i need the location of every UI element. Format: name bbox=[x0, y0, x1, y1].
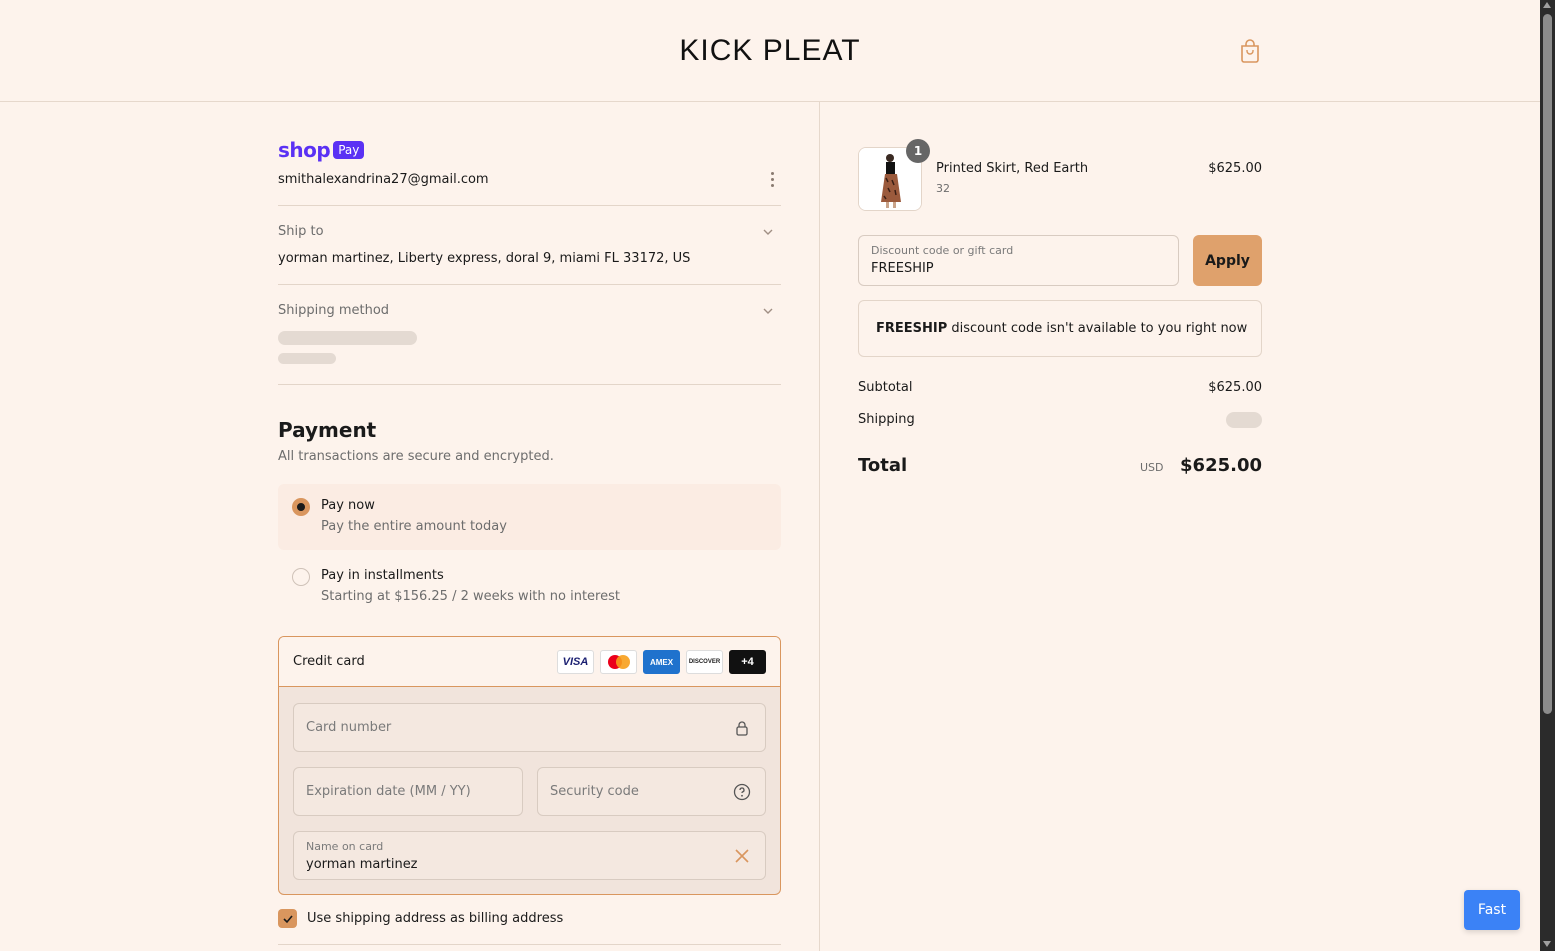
alert-text: discount code isn't available to you rig… bbox=[947, 321, 1248, 336]
alert-code: FREESHIP bbox=[876, 321, 948, 336]
more-options-icon[interactable] bbox=[762, 168, 782, 190]
shipping-loading-skeleton bbox=[1226, 412, 1262, 428]
amex-icon: AMEX bbox=[643, 650, 680, 674]
discount-code-input[interactable]: Discount code or gift card FREESHIP bbox=[858, 235, 1179, 286]
name-on-card-value: yorman martinez bbox=[306, 857, 418, 872]
account-email: smithalexandrina27@gmail.com bbox=[278, 172, 489, 187]
payment-title: Payment bbox=[278, 418, 377, 442]
scrollbar[interactable] bbox=[1540, 0, 1555, 951]
chevron-down-icon[interactable] bbox=[760, 224, 776, 240]
total-value: $625.00 bbox=[1180, 455, 1262, 476]
scroll-thumb[interactable] bbox=[1543, 14, 1552, 714]
billing-address-label[interactable]: Use shipping address as billing address bbox=[307, 911, 563, 926]
radio-button[interactable] bbox=[292, 568, 310, 586]
discount-label: Discount code or gift card bbox=[871, 244, 1014, 257]
security-code-field[interactable]: Security code bbox=[537, 767, 766, 816]
divider bbox=[278, 944, 781, 945]
more-cards-badge: +4 bbox=[729, 650, 766, 674]
card-number-field[interactable]: Card number bbox=[293, 703, 766, 752]
visa-icon: VISA bbox=[557, 650, 594, 674]
shop-pay-logo: shop Pay bbox=[278, 138, 365, 162]
security-code-placeholder: Security code bbox=[550, 784, 639, 799]
site-header: KICK PLEAT bbox=[0, 0, 1540, 102]
divider bbox=[278, 384, 781, 385]
payment-option-installments[interactable]: Pay in installments Starting at $156.25 … bbox=[278, 554, 781, 620]
card-brand-logos: VISA AMEX DISCOVER +4 bbox=[557, 650, 766, 674]
loading-skeleton bbox=[278, 353, 336, 364]
total-label: Total bbox=[858, 455, 908, 476]
credit-card-title: Credit card bbox=[293, 654, 365, 669]
radio-button-selected[interactable] bbox=[292, 498, 310, 516]
shipping-label: Shipping bbox=[858, 412, 915, 427]
expiration-placeholder: Expiration date (MM / YY) bbox=[306, 784, 471, 799]
scroll-down-icon[interactable] bbox=[1543, 941, 1551, 947]
ship-to-label: Ship to bbox=[278, 224, 324, 239]
product-price: $625.00 bbox=[1208, 161, 1262, 176]
product-name: Printed Skirt, Red Earth bbox=[936, 161, 1089, 176]
shopping-bag-icon[interactable] bbox=[1238, 38, 1262, 64]
option-title: Pay now bbox=[321, 498, 375, 513]
checkmark-icon bbox=[282, 914, 293, 923]
expiration-date-field[interactable]: Expiration date (MM / YY) bbox=[293, 767, 523, 816]
billing-address-checkbox[interactable] bbox=[278, 909, 297, 928]
brand-logo[interactable]: KICK PLEAT bbox=[0, 34, 1540, 68]
divider bbox=[278, 284, 781, 285]
fast-button[interactable]: Fast bbox=[1464, 890, 1520, 930]
card-number-placeholder: Card number bbox=[306, 720, 392, 735]
shop-pay-pay-badge: Pay bbox=[333, 141, 365, 159]
scroll-up-icon[interactable] bbox=[1543, 2, 1551, 8]
chevron-down-icon[interactable] bbox=[760, 303, 776, 319]
loading-skeleton bbox=[278, 331, 417, 345]
discount-error-alert: FREESHIP discount code isn't available t… bbox=[858, 300, 1262, 357]
product-variant: 32 bbox=[936, 182, 950, 195]
discount-value: FREESHIP bbox=[871, 261, 934, 276]
name-on-card-label: Name on card bbox=[306, 840, 384, 853]
divider bbox=[278, 205, 781, 206]
subtotal-value: $625.00 bbox=[1208, 380, 1262, 395]
name-on-card-field[interactable]: Name on card yorman martinez bbox=[293, 831, 766, 880]
option-title: Pay in installments bbox=[321, 568, 444, 583]
discover-icon: DISCOVER bbox=[686, 650, 723, 674]
column-divider bbox=[819, 102, 820, 951]
payment-option-pay-now[interactable]: Pay now Pay the entire amount today bbox=[278, 484, 781, 550]
lock-icon bbox=[736, 721, 748, 736]
apply-discount-button[interactable]: Apply bbox=[1193, 235, 1262, 286]
payment-subtitle: All transactions are secure and encrypte… bbox=[278, 449, 554, 464]
alert-message: FREESHIP discount code isn't available t… bbox=[876, 321, 1247, 336]
credit-card-header[interactable]: Credit card VISA AMEX DISCOVER +4 bbox=[279, 637, 780, 687]
mastercard-icon bbox=[600, 650, 637, 674]
shop-pay-shop-text: shop bbox=[278, 138, 331, 162]
shipping-method-label: Shipping method bbox=[278, 303, 390, 318]
ship-to-address: yorman martinez, Liberty express, doral … bbox=[278, 251, 691, 266]
credit-card-panel: Credit card VISA AMEX DISCOVER +4 Card n… bbox=[278, 636, 781, 895]
help-circle-icon[interactable] bbox=[733, 783, 751, 801]
subtotal-label: Subtotal bbox=[858, 380, 913, 395]
clear-icon[interactable] bbox=[733, 847, 751, 865]
quantity-badge: 1 bbox=[906, 139, 930, 163]
option-subtitle: Starting at $156.25 / 2 weeks with no in… bbox=[321, 589, 620, 604]
option-subtitle: Pay the entire amount today bbox=[321, 519, 507, 534]
